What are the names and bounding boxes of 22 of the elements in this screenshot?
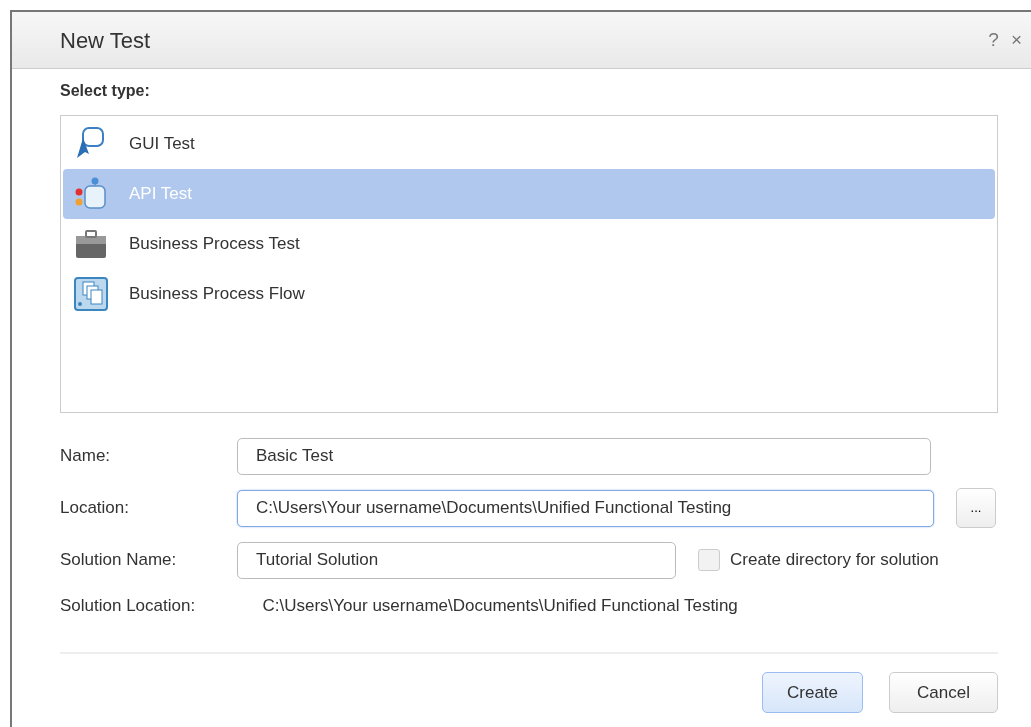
list-item[interactable]: GUI Test	[63, 119, 995, 169]
checkbox[interactable]	[698, 549, 720, 571]
flow-node-icon	[73, 176, 109, 212]
checkbox-label: Create directory for solution	[730, 549, 939, 572]
field-label: Solution Name:	[60, 549, 178, 572]
list-item[interactable]: Business Process Test	[63, 219, 995, 269]
close-button[interactable]: ×	[1004, 25, 1028, 55]
help-button[interactable]: ?	[982, 25, 1005, 55]
section-label: Select type:	[60, 81, 151, 101]
input-field[interactable]: C:\Users\Your username\Documents\Unified Functional Testing	[237, 489, 934, 527]
path-text: C:\Users\Your username\Documents\Unified Functional Testing	[262, 595, 738, 618]
cancel-button[interactable]: Cancel	[889, 672, 998, 713]
input-field[interactable]: Tutorial Solution	[237, 541, 676, 579]
create-button[interactable]: Create	[762, 672, 863, 713]
field-label: Name:	[60, 445, 112, 468]
list-item[interactable]: Business Process Flow	[63, 269, 995, 319]
stacked-pages-icon	[73, 276, 109, 312]
field-label: Location:	[60, 497, 130, 520]
browse-button[interactable]: ...	[956, 488, 996, 528]
input-field[interactable]: Basic Test	[237, 437, 931, 475]
field-label: Solution Location:	[60, 595, 197, 618]
window-title: New Test	[60, 26, 152, 55]
